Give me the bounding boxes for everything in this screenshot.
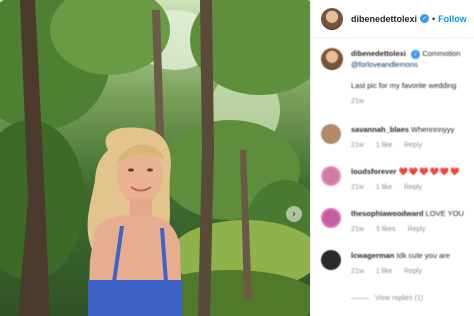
avatar[interactable] bbox=[321, 7, 343, 30]
comment-text: Idk cute you are bbox=[396, 251, 450, 260]
reply-button[interactable]: Reply bbox=[408, 226, 426, 233]
comment-avatar[interactable] bbox=[321, 124, 341, 144]
comment-time: 21w bbox=[351, 268, 364, 275]
caption-text-line1: Commotion bbox=[422, 49, 461, 58]
caption-text-line2: Last pic for my favorite wedding bbox=[351, 81, 457, 90]
follow-button[interactable]: Follow bbox=[438, 14, 467, 24]
comment-text: LOVE YOU bbox=[425, 209, 464, 218]
comment-avatar[interactable] bbox=[321, 166, 341, 186]
post-side-panel: dibenedettolexi ✓ • Follow dibenedettole… bbox=[310, 0, 474, 316]
verified-badge-icon: ✓ bbox=[420, 14, 430, 23]
reply-button[interactable]: Reply bbox=[404, 142, 422, 149]
verified-badge-icon: ✓ bbox=[411, 50, 421, 59]
comment-likes[interactable]: 3 likes bbox=[376, 226, 396, 233]
comment-username[interactable]: thesophiawoodward bbox=[351, 209, 424, 218]
caption-mention[interactable]: @forloveandlemons bbox=[351, 59, 461, 70]
comment-text: Whennnnyyy bbox=[411, 125, 455, 134]
caption-username[interactable]: dibenedettolexi bbox=[351, 49, 406, 58]
comments-list[interactable]: dibenedettolexi ✓ Commotion @forloveandl… bbox=[311, 38, 474, 316]
header-separator: • bbox=[432, 13, 436, 24]
comment-likes[interactable]: 1 like bbox=[376, 142, 392, 149]
post-photo[interactable]: › bbox=[0, 0, 310, 316]
view-replies-button[interactable]: View replies (1) bbox=[351, 295, 423, 302]
comment-likes[interactable]: 1 like bbox=[376, 268, 392, 275]
comment-avatar[interactable] bbox=[321, 208, 341, 228]
photo-scene bbox=[0, 0, 310, 316]
caption-time: 21w bbox=[351, 98, 364, 105]
caption-avatar[interactable] bbox=[321, 48, 343, 70]
comment-avatar[interactable] bbox=[321, 250, 341, 270]
comment-username[interactable]: loudsforever bbox=[351, 167, 396, 176]
comment-text: ❤️❤️❤️❤️❤️❤️ bbox=[398, 167, 461, 176]
reply-button[interactable]: Reply bbox=[404, 184, 422, 191]
reply-button[interactable]: Reply bbox=[404, 268, 422, 275]
comment-time: 21w bbox=[351, 142, 364, 149]
post-header: dibenedettolexi ✓ • Follow bbox=[311, 0, 474, 38]
comment-time: 21w bbox=[351, 226, 364, 233]
chevron-right-icon[interactable]: › bbox=[286, 206, 302, 222]
post-username[interactable]: dibenedettolexi bbox=[351, 14, 417, 24]
replies-divider bbox=[351, 297, 369, 299]
comment-likes[interactable]: 1 like bbox=[376, 184, 392, 191]
comment-username[interactable]: lcwagerman bbox=[351, 251, 394, 260]
comment-time: 21w bbox=[351, 184, 364, 191]
comment-username[interactable]: savannah_blaes bbox=[351, 125, 409, 134]
view-replies-label: View replies (1) bbox=[375, 295, 424, 302]
